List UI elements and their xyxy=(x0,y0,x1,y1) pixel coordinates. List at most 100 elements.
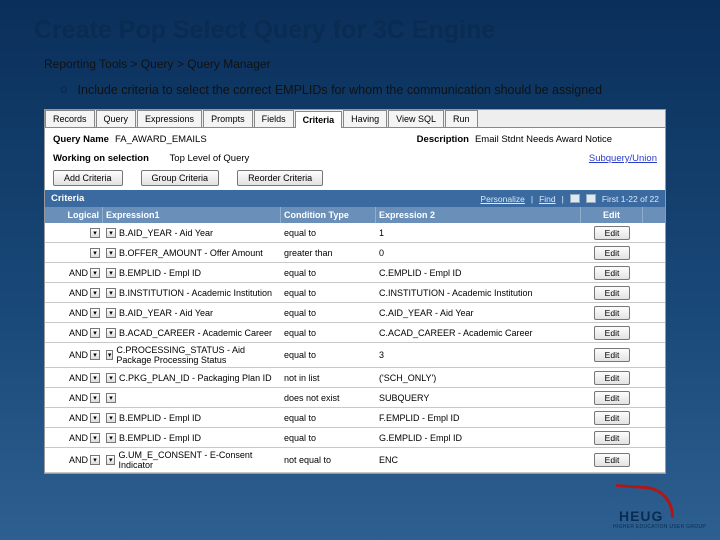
edit-button[interactable]: Edit xyxy=(594,266,631,280)
heug-logo: HEUG HIGHER EDUCATION USER GROUP xyxy=(613,484,706,530)
expression2-value: C.AID_YEAR - Aid Year xyxy=(376,306,581,320)
edit-button[interactable]: Edit xyxy=(594,226,631,240)
bullet-item: o Include criteria to select the correct… xyxy=(0,77,720,103)
expression1-dropdown[interactable]: ▾ xyxy=(106,413,116,423)
logical-dropdown[interactable]: ▾ xyxy=(90,248,100,258)
edit-button[interactable]: Edit xyxy=(594,453,631,467)
expression1-dropdown[interactable]: ▾ xyxy=(106,308,116,318)
criteria-row: AND▾▾does not existSUBQUERYEdit xyxy=(45,388,665,408)
criteria-row: AND▾▾C.PKG_PLAN_ID - Packaging Plan IDno… xyxy=(45,368,665,388)
expression1-dropdown[interactable]: ▾ xyxy=(106,350,113,360)
criteria-row: AND▾▾B.EMPLID - Empl IDequal toG.EMPLID … xyxy=(45,428,665,448)
group-criteria-button[interactable]: Group Criteria xyxy=(141,170,220,186)
condition-value: equal to xyxy=(281,326,376,340)
logical-value: AND xyxy=(69,268,88,278)
working-value: Top Level of Query xyxy=(170,153,250,164)
logical-dropdown[interactable]: ▾ xyxy=(90,455,100,465)
query-manager-panel: RecordsQueryExpressionsPromptsFieldsCrit… xyxy=(44,109,666,474)
criteria-row: ▾▾B.AID_YEAR - Aid Yearequal to1Edit xyxy=(45,223,665,243)
expression2-value: ENC xyxy=(376,453,581,467)
personalize-link[interactable]: Personalize xyxy=(480,194,524,204)
criteria-row: AND▾▾B.EMPLID - Empl IDequal toC.EMPLID … xyxy=(45,263,665,283)
expression1-dropdown[interactable]: ▾ xyxy=(106,433,116,443)
logical-dropdown[interactable]: ▾ xyxy=(90,350,100,360)
condition-value: equal to xyxy=(281,286,376,300)
logical-dropdown[interactable]: ▾ xyxy=(90,433,100,443)
tab-expressions[interactable]: Expressions xyxy=(137,110,202,127)
logical-dropdown[interactable]: ▾ xyxy=(90,228,100,238)
logical-value: AND xyxy=(69,328,88,338)
logical-dropdown[interactable]: ▾ xyxy=(90,413,100,423)
add-criteria-button[interactable]: Add Criteria xyxy=(53,170,123,186)
expression1-dropdown[interactable]: ▾ xyxy=(106,288,116,298)
query-name-label: Query Name xyxy=(53,134,109,145)
expression1-dropdown[interactable]: ▾ xyxy=(106,393,116,403)
expression1-value: C.PKG_PLAN_ID - Packaging Plan ID xyxy=(119,373,272,383)
bullet-marker: o xyxy=(60,83,68,97)
criteria-row: ▾▾B.OFFER_AMOUNT - Offer Amountgreater t… xyxy=(45,243,665,263)
edit-button[interactable]: Edit xyxy=(594,246,631,260)
col-expression1: Expression1 xyxy=(103,207,281,223)
tab-prompts[interactable]: Prompts xyxy=(203,110,253,127)
logical-dropdown[interactable]: ▾ xyxy=(90,268,100,278)
tab-criteria[interactable]: Criteria xyxy=(295,111,343,128)
logical-value: AND xyxy=(69,288,88,298)
edit-button[interactable]: Edit xyxy=(594,286,631,300)
logical-dropdown[interactable]: ▾ xyxy=(90,393,100,403)
zoom-icon[interactable] xyxy=(570,194,580,203)
edit-button[interactable]: Edit xyxy=(594,306,631,320)
condition-value: equal to xyxy=(281,266,376,280)
edit-button[interactable]: Edit xyxy=(594,348,631,362)
expression1-value: G.UM_E_CONSENT - E-Consent Indicator xyxy=(118,450,278,470)
edit-button[interactable]: Edit xyxy=(594,326,631,340)
description-label: Description xyxy=(417,134,469,145)
logical-value: AND xyxy=(69,393,88,403)
criteria-row: AND▾▾B.AID_YEAR - Aid Yearequal toC.AID_… xyxy=(45,303,665,323)
expression1-dropdown[interactable]: ▾ xyxy=(106,268,116,278)
logical-value: AND xyxy=(69,350,88,360)
expression2-value: 3 xyxy=(376,348,581,362)
edit-button[interactable]: Edit xyxy=(594,391,631,405)
logo-subtext: HIGHER EDUCATION USER GROUP xyxy=(613,524,706,530)
tab-records[interactable]: Records xyxy=(45,110,95,127)
expression2-value: C.ACAD_CAREER - Academic Career xyxy=(376,326,581,340)
condition-value: not in list xyxy=(281,371,376,385)
col-expression2: Expression 2 xyxy=(376,207,581,223)
tab-query[interactable]: Query xyxy=(96,110,137,127)
tab-having[interactable]: Having xyxy=(343,110,387,127)
logical-dropdown[interactable]: ▾ xyxy=(90,373,100,383)
expression2-value: F.EMPLID - Empl ID xyxy=(376,411,581,425)
edit-button[interactable]: Edit xyxy=(594,371,631,385)
reorder-criteria-button[interactable]: Reorder Criteria xyxy=(237,170,323,186)
criteria-row: AND▾▾B.INSTITUTION - Academic Institutio… xyxy=(45,283,665,303)
expression1-value: B.EMPLID - Empl ID xyxy=(119,433,201,443)
expression1-dropdown[interactable]: ▾ xyxy=(106,248,116,258)
edit-button[interactable]: Edit xyxy=(594,431,631,445)
expression1-dropdown[interactable]: ▾ xyxy=(106,455,115,465)
criteria-bar-label: Criteria xyxy=(51,193,84,204)
tab-run[interactable]: Run xyxy=(445,110,478,127)
logical-value: AND xyxy=(69,455,88,465)
logo-text: HEUG xyxy=(619,508,663,524)
expression1-value: B.EMPLID - Empl ID xyxy=(119,413,201,423)
condition-value: equal to xyxy=(281,431,376,445)
edit-button[interactable]: Edit xyxy=(594,411,631,425)
expression1-dropdown[interactable]: ▾ xyxy=(106,373,116,383)
expression1-dropdown[interactable]: ▾ xyxy=(106,328,116,338)
expression2-value: G.EMPLID - Empl ID xyxy=(376,431,581,445)
logical-dropdown[interactable]: ▾ xyxy=(90,328,100,338)
logical-dropdown[interactable]: ▾ xyxy=(90,308,100,318)
expression1-value: B.INSTITUTION - Academic Institution xyxy=(119,288,272,298)
tab-fields[interactable]: Fields xyxy=(254,110,294,127)
find-link[interactable]: Find xyxy=(539,194,556,204)
grid-range: First 1-22 of 22 xyxy=(602,194,659,204)
expression1-dropdown[interactable]: ▾ xyxy=(106,228,116,238)
criteria-row: AND▾▾B.ACAD_CAREER - Academic Careerequa… xyxy=(45,323,665,343)
subquery-union-link[interactable]: Subquery/Union xyxy=(589,153,657,164)
download-icon[interactable] xyxy=(586,194,596,203)
logical-dropdown[interactable]: ▾ xyxy=(90,288,100,298)
expression2-value: SUBQUERY xyxy=(376,391,581,405)
criteria-row: AND▾▾B.EMPLID - Empl IDequal toF.EMPLID … xyxy=(45,408,665,428)
tab-view-sql[interactable]: View SQL xyxy=(388,110,444,127)
logical-value: AND xyxy=(69,308,88,318)
